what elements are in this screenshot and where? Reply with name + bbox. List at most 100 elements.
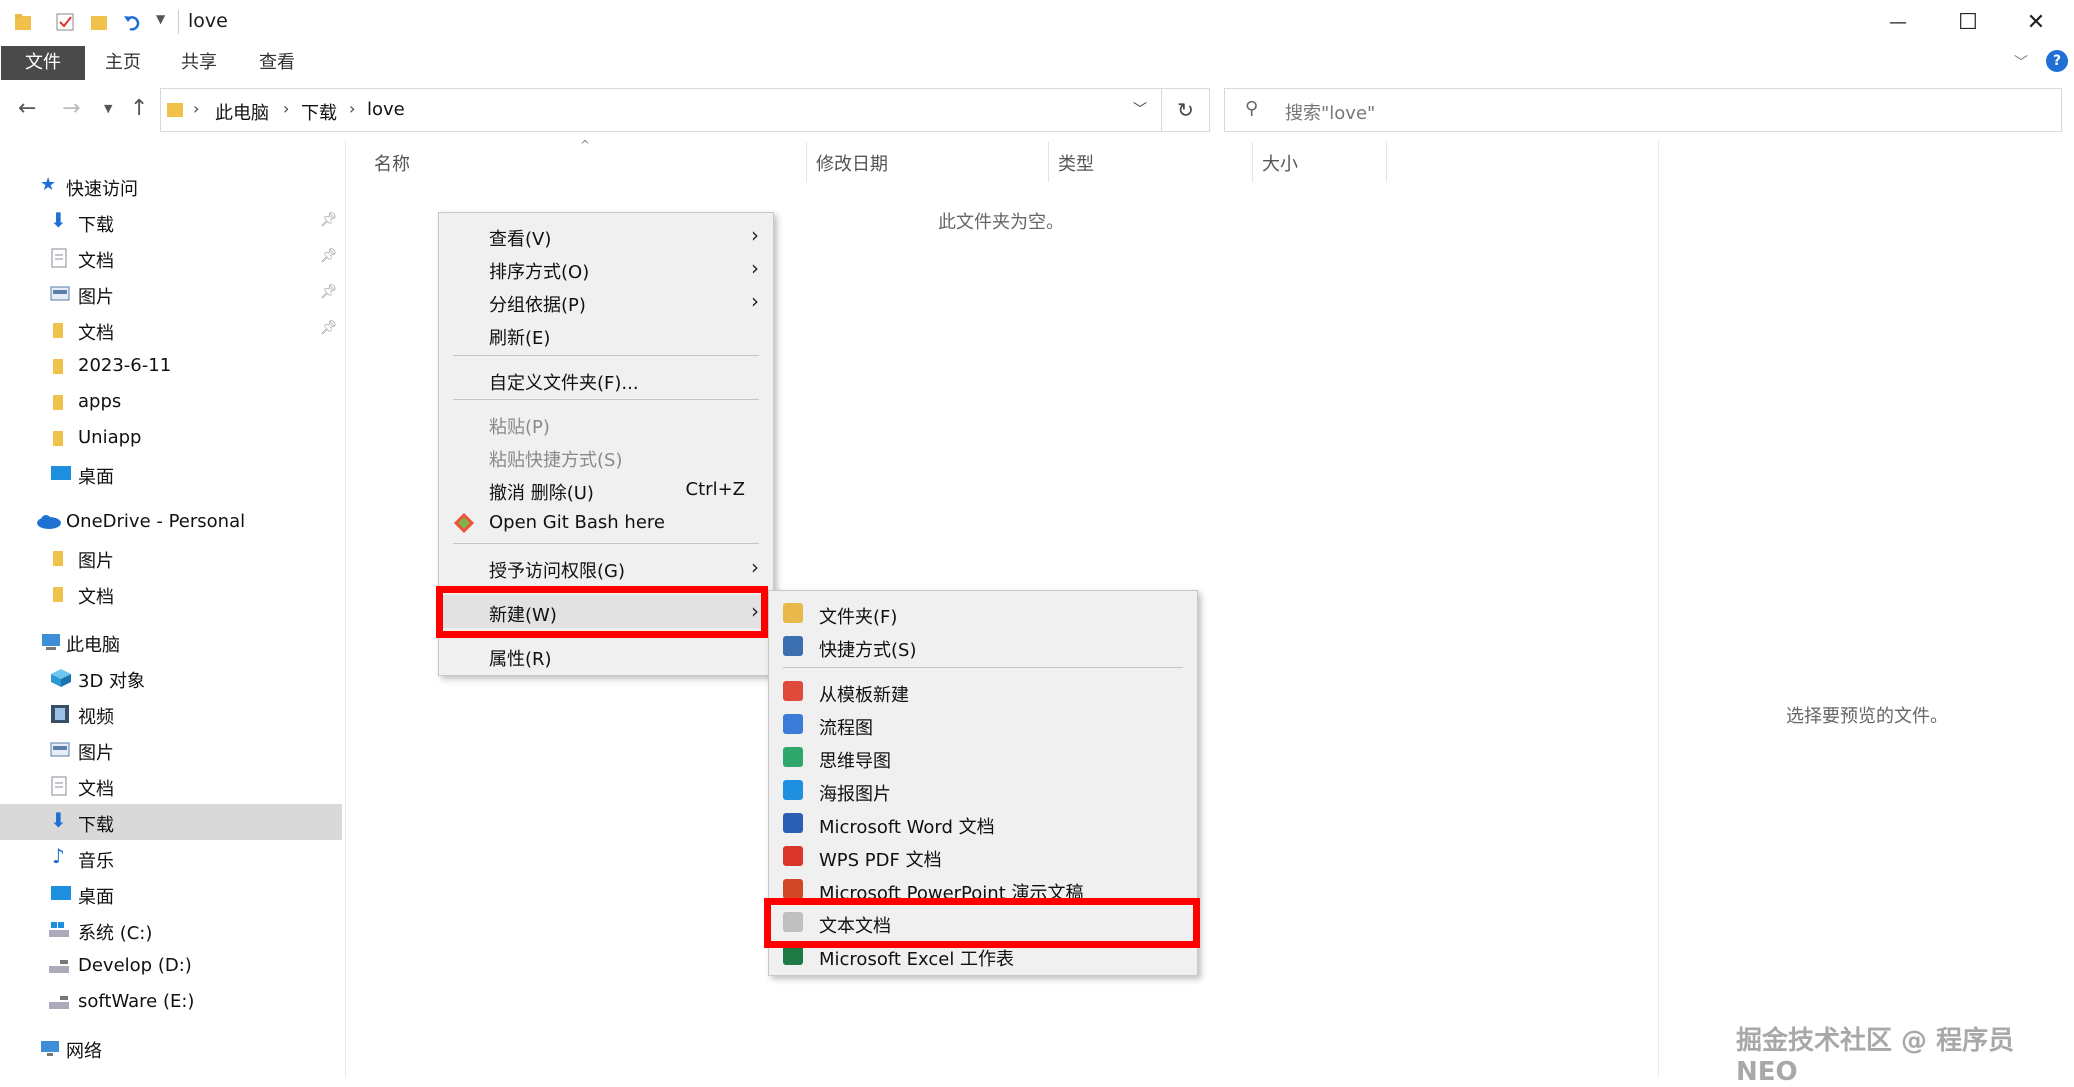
menu-item-paste-shortcut[interactable]: 粘贴快捷方式(S): [439, 440, 773, 473]
refresh-button[interactable]: ↻: [1162, 88, 1210, 132]
column-header-modified[interactable]: 修改日期: [816, 150, 888, 176]
sidebar-item-videos[interactable]: 视频: [0, 696, 342, 732]
customize-toolbar-icon[interactable]: ▼: [156, 12, 165, 26]
pin-icon[interactable]: 📌︎: [320, 284, 338, 300]
maximize-button[interactable]: ☐: [1930, 0, 2006, 44]
folder-icon: [52, 356, 72, 376]
address-bar[interactable]: › 此电脑 › 下载 › love ﹀: [160, 88, 1162, 132]
sidebar-item-documents[interactable]: 文档 📌︎: [0, 240, 342, 276]
submenu-item-mindmap[interactable]: 思维导图: [769, 741, 1197, 774]
sidebar-item-onedrive-pictures[interactable]: 图片: [0, 540, 342, 576]
up-button[interactable]: ↑: [130, 96, 148, 121]
sidebar-item-documents-folder[interactable]: 文档 📌︎: [0, 312, 342, 348]
column-header-size[interactable]: 大小: [1262, 150, 1298, 176]
sidebar-item-pc-downloads[interactable]: ⬇ 下载: [0, 804, 342, 840]
submenu-item-shortcut[interactable]: 快捷方式(S): [769, 630, 1197, 663]
pdf-icon: [783, 846, 803, 866]
breadcrumb-love[interactable]: love: [367, 99, 405, 120]
submenu-item-folder[interactable]: 文件夹(F): [769, 597, 1197, 630]
empty-folder-message: 此文件夹为空。: [938, 212, 1064, 233]
close-button[interactable]: ✕: [1998, 0, 2074, 44]
menu-item-grant-access[interactable]: 授予访问权限(G) ›: [439, 551, 773, 584]
music-icon: ♪: [52, 844, 65, 868]
sidebar-item-3d-objects[interactable]: 3D 对象: [0, 660, 342, 696]
submenu-item-flowchart[interactable]: 流程图: [769, 708, 1197, 741]
pane-divider: [345, 140, 346, 1078]
powerpoint-icon: [783, 879, 803, 899]
sidebar-item-drive-c[interactable]: 系统 (C:): [0, 912, 342, 948]
sidebar-item-downloads[interactable]: ⬇ 下载 📌︎: [0, 204, 342, 240]
properties-icon[interactable]: [56, 12, 74, 32]
pin-icon[interactable]: 📌︎: [320, 320, 338, 336]
menu-item-sort[interactable]: 排序方式(O) ›: [439, 252, 773, 285]
tab-share[interactable]: 共享: [172, 46, 226, 80]
cloud-icon: [36, 512, 61, 532]
menu-item-view[interactable]: 查看(V) ›: [439, 219, 773, 252]
sidebar-item-quick-access[interactable]: ★ 快速访问: [0, 168, 342, 204]
new-folder-icon[interactable]: [90, 12, 108, 32]
search-input[interactable]: ⚲ 搜索"love": [1224, 88, 2062, 132]
address-history-icon[interactable]: ﹀: [1133, 99, 1147, 119]
column-divider[interactable]: [1252, 142, 1253, 182]
tab-view[interactable]: 查看: [250, 46, 304, 80]
sidebar-item-drive-e[interactable]: softWare (E:): [0, 984, 342, 1020]
menu-item-undo-delete[interactable]: 撤消 删除(U) Ctrl+Z: [439, 473, 773, 506]
submenu-item-poster[interactable]: 海报图片: [769, 774, 1197, 807]
folder-icon: [52, 428, 72, 448]
breadcrumb-this-pc[interactable]: 此电脑: [215, 99, 269, 125]
pin-icon[interactable]: 📌︎: [320, 212, 338, 228]
expand-ribbon-icon[interactable]: ﹀: [2014, 52, 2028, 72]
tab-file[interactable]: 文件: [1, 46, 85, 80]
pin-icon[interactable]: 📌︎: [320, 248, 338, 264]
sidebar-item-2023-6-11[interactable]: 2023-6-11: [0, 348, 342, 384]
menu-item-customize-folder[interactable]: 自定义文件夹(F)...: [439, 363, 773, 396]
sidebar-item-network[interactable]: 网络: [0, 1030, 342, 1066]
recent-locations-icon[interactable]: ▼: [104, 102, 112, 115]
sidebar-item-pc-documents[interactable]: 文档: [0, 768, 342, 804]
menu-item-paste[interactable]: 粘贴(P): [439, 407, 773, 440]
column-divider[interactable]: [1048, 142, 1049, 182]
chevron-right-icon[interactable]: ›: [283, 99, 289, 118]
sidebar-item-this-pc[interactable]: 此电脑: [0, 624, 342, 660]
sidebar-item-drive-d[interactable]: Develop (D:): [0, 948, 342, 984]
sidebar-item-onedrive[interactable]: OneDrive - Personal: [0, 504, 342, 540]
sidebar-item-pictures[interactable]: 图片 📌︎: [0, 276, 342, 312]
preview-message: 选择要预览的文件。: [1786, 706, 1948, 727]
tab-home[interactable]: 主页: [96, 46, 150, 80]
sidebar-item-onedrive-documents[interactable]: 文档: [0, 576, 342, 612]
column-divider[interactable]: [1386, 142, 1387, 182]
menu-item-git-bash[interactable]: Open Git Bash here: [439, 506, 773, 539]
column-header-type[interactable]: 类型: [1058, 150, 1094, 176]
menu-item-group[interactable]: 分组依据(P) ›: [439, 285, 773, 318]
window-title: love: [188, 10, 228, 32]
document-icon: [50, 776, 70, 796]
template-icon: [783, 681, 803, 701]
close-icon: ✕: [2026, 9, 2046, 35]
minimize-button[interactable]: —: [1860, 0, 1936, 44]
back-button[interactable]: ←: [18, 96, 36, 121]
submenu-item-word[interactable]: Microsoft Word 文档: [769, 807, 1197, 840]
minimize-icon: —: [1889, 11, 1907, 33]
shortcut-label: Ctrl+Z: [685, 479, 745, 500]
drive-icon: [48, 992, 69, 1012]
sidebar-item-apps[interactable]: apps: [0, 384, 342, 420]
title-bar: ▼ love — ☐ ✕: [0, 0, 2074, 44]
breadcrumb-downloads[interactable]: 下载: [301, 99, 337, 125]
help-icon[interactable]: ?: [2046, 50, 2068, 72]
undo-icon[interactable]: [122, 12, 140, 32]
sidebar-item-pc-desktop[interactable]: 桌面: [0, 876, 342, 912]
chevron-right-icon[interactable]: ›: [349, 99, 355, 118]
sidebar-item-uniapp[interactable]: Uniapp: [0, 420, 342, 456]
submenu-item-pdf[interactable]: WPS PDF 文档: [769, 840, 1197, 873]
submenu-item-from-template[interactable]: 从模板新建: [769, 675, 1197, 708]
sidebar-item-desktop[interactable]: 桌面: [0, 456, 342, 492]
column-header-name[interactable]: 名称: [374, 150, 410, 176]
menu-item-refresh[interactable]: 刷新(E): [439, 318, 773, 351]
column-divider[interactable]: [806, 142, 807, 182]
menu-item-properties[interactable]: 属性(R): [439, 639, 773, 672]
sidebar-item-pc-pictures[interactable]: 图片: [0, 732, 342, 768]
forward-button[interactable]: →: [62, 96, 80, 121]
chevron-right-icon[interactable]: ›: [193, 99, 199, 118]
film-icon: [50, 704, 70, 724]
sidebar-item-music[interactable]: ♪ 音乐: [0, 840, 342, 876]
